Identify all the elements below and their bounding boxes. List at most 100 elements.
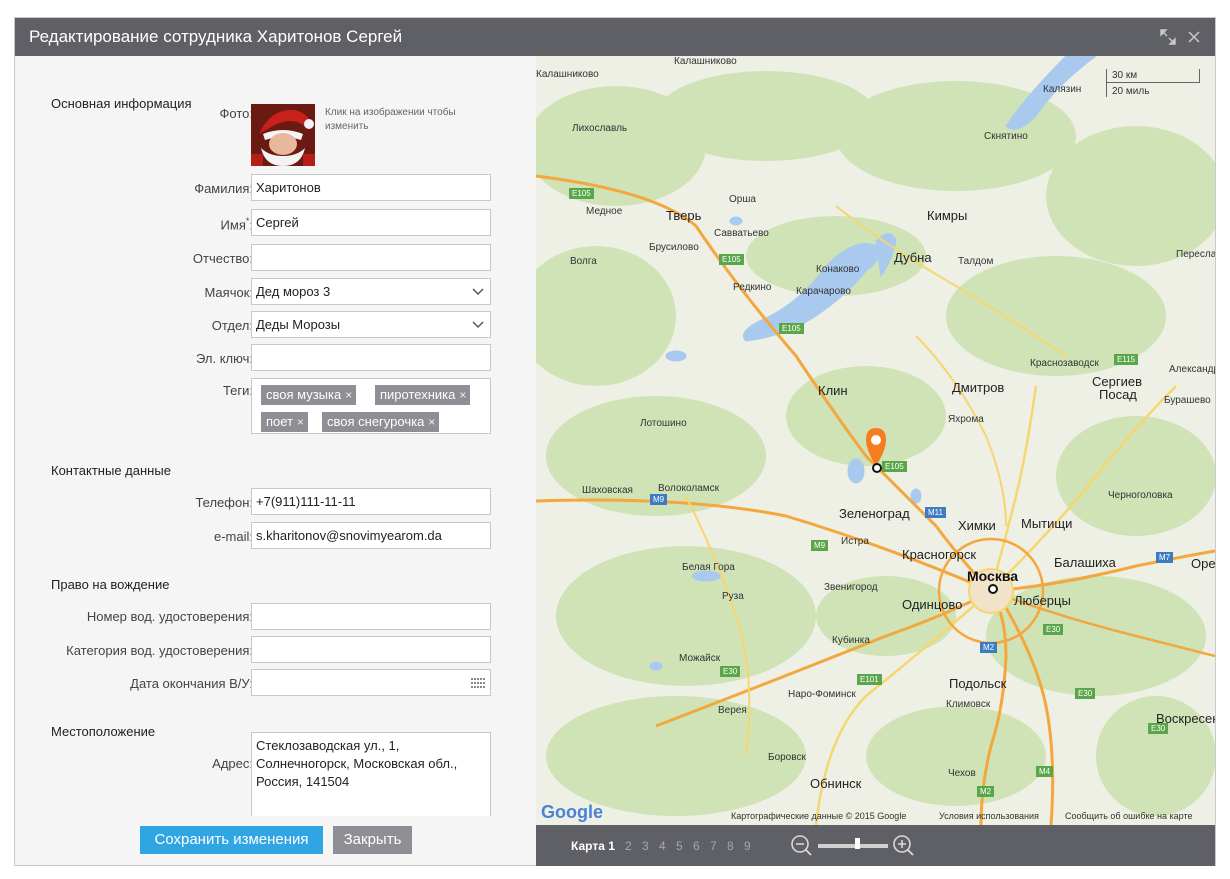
lastname-input[interactable]: Харитонов — [251, 174, 491, 201]
map-label: Бурашево — [1164, 395, 1211, 406]
map-label: Клин — [818, 383, 848, 398]
map-terms-link[interactable]: Условия использования — [939, 811, 1039, 821]
beacon-value: Дед мороз 3 — [256, 284, 331, 299]
map-label: Карачарово — [796, 286, 851, 297]
map-page-tab[interactable]: 8 — [727, 839, 734, 853]
map-label: Верея — [718, 705, 747, 716]
map-label: Мытищи — [1021, 516, 1073, 531]
edit-employee-dialog: Редактирование сотрудника Харитонов Серг… — [14, 17, 1216, 866]
beacon-label: Маячок: — [204, 285, 253, 300]
map-attribution: Картографические данные © 2015 Google — [731, 811, 907, 821]
map-label: Шаховская — [582, 485, 633, 496]
map-label: Калашниково — [674, 56, 737, 67]
phone-label: Телефон: — [195, 495, 253, 510]
road-shield: M11 — [925, 507, 946, 518]
map-label: Александр — [1169, 364, 1215, 375]
zoom-in-icon[interactable] — [892, 834, 914, 856]
ekey-input[interactable] — [251, 344, 491, 371]
photo-hint: Клик на изображении чтобы изменить — [325, 107, 456, 132]
map-label: Талдом — [958, 256, 994, 267]
department-value: Деды Морозы — [256, 317, 341, 332]
map-page-tab[interactable]: 9 — [744, 839, 751, 853]
map-page-tab[interactable]: 7 — [710, 839, 717, 853]
map-page-tab[interactable]: 6 — [693, 839, 700, 853]
map-label: Химки — [958, 518, 996, 533]
lastname-label: Фамилия: — [194, 181, 253, 196]
license-category-label: Категория вод. удостоверения: — [66, 643, 253, 658]
license-expiry-input[interactable] — [251, 669, 491, 696]
tag-remove-icon[interactable]: × — [428, 415, 435, 429]
address-line: Россия, 141504 — [256, 774, 350, 789]
firstname-input[interactable]: Сергей — [251, 209, 491, 236]
google-logo: Google — [541, 802, 603, 822]
map-label: Кубинка — [832, 635, 870, 646]
middlename-input[interactable] — [251, 244, 491, 271]
road-shield: E105 — [719, 254, 744, 265]
tag-remove-icon[interactable]: × — [345, 388, 352, 402]
map-label: Обнинск — [810, 776, 862, 791]
chevron-down-icon — [472, 321, 484, 329]
tag-label: своя музыка — [266, 387, 342, 402]
map-canvas[interactable] — [536, 56, 1215, 825]
map-label: Подольск — [949, 676, 1007, 691]
map-label: Лотошино — [640, 418, 687, 429]
tag-remove-icon[interactable]: × — [297, 415, 304, 429]
map-label: Калязин — [1043, 84, 1082, 95]
scale-km-label: 30 км — [1112, 70, 1138, 81]
map-label: Редкино — [733, 282, 772, 293]
close-icon[interactable] — [1185, 28, 1203, 46]
employee-photo[interactable] — [251, 104, 315, 166]
license-expiry-label: Дата окончания В/У: — [130, 676, 253, 691]
map-label: Пересла — [1176, 249, 1215, 260]
road-shield: E30 — [1075, 688, 1096, 699]
map-page-tab[interactable]: 3 — [642, 839, 649, 853]
email-input[interactable]: s.kharitonov@snovimyearom.da — [251, 522, 491, 549]
road-shield: M9 — [811, 540, 829, 551]
map-page-tab[interactable]: 5 — [676, 839, 683, 853]
license-category-input[interactable] — [251, 636, 491, 663]
zoom-out-icon[interactable] — [790, 834, 812, 856]
map-label: Орша — [729, 194, 756, 205]
map-label: Савватьево — [714, 228, 769, 239]
dialog-titlebar: Редактирование сотрудника Харитонов Серг… — [15, 18, 1215, 56]
map-label: Люберцы — [1014, 593, 1071, 608]
map-page-tab[interactable]: 2 — [625, 839, 632, 853]
map-page-tab[interactable]: 4 — [659, 839, 666, 853]
map-label: Кимры — [927, 208, 968, 223]
beacon-select[interactable]: Дед мороз 3 — [251, 278, 491, 305]
phone-input[interactable]: +7(911)111-11-11 — [251, 488, 491, 515]
chevron-down-icon — [472, 288, 484, 296]
ekey-label: Эл. ключ: — [196, 351, 253, 366]
road-shield: M7 — [1156, 552, 1174, 563]
map-label: Наро-Фоминск — [788, 689, 856, 700]
address-line: Солнечногорск, Московская обл., — [256, 756, 458, 771]
address-textarea[interactable]: Стеклозаводская ул., 1, Солнечногорск, М… — [251, 732, 491, 816]
map-label: Скнятино — [984, 131, 1028, 142]
license-number-input[interactable] — [251, 603, 491, 630]
scale-bar-mi — [1106, 83, 1200, 97]
close-button[interactable]: Закрыть — [333, 826, 412, 854]
zoom-slider-track[interactable] — [818, 844, 888, 848]
road-shield: E105 — [882, 461, 907, 472]
map-page-tab[interactable]: Карта 1 — [571, 839, 615, 853]
road-shield: E101 — [857, 674, 882, 685]
zoom-slider-thumb[interactable] — [854, 838, 860, 849]
expand-icon[interactable] — [1159, 28, 1177, 46]
map-label: Медное — [586, 206, 623, 217]
tag-label: пиротехника — [380, 387, 456, 402]
save-button[interactable]: Сохранить изменения — [140, 826, 323, 854]
photo-label: Фото: — [219, 106, 253, 121]
map-report-link[interactable]: Сообщить об ошибке на карте — [1065, 811, 1192, 821]
department-select[interactable]: Деды Морозы — [251, 311, 491, 338]
tag-remove-icon[interactable]: × — [459, 388, 466, 402]
road-shield: E105 — [569, 188, 594, 199]
calendar-icon[interactable] — [471, 678, 485, 688]
tags-label: Теги: — [222, 383, 253, 398]
road-shield: E30 — [1043, 624, 1064, 635]
map-label: Волга — [570, 256, 597, 267]
map-label: Черноголовка — [1108, 490, 1173, 501]
map-view[interactable]: 30 км 20 миль Калашниково Калашниково Ка… — [536, 56, 1215, 825]
tags-input[interactable]: своя музыка × пиротехника × поет × своя сне… — [251, 378, 491, 434]
map-label: Москва — [967, 568, 1019, 584]
section-driving: Право на вождение — [51, 577, 170, 592]
